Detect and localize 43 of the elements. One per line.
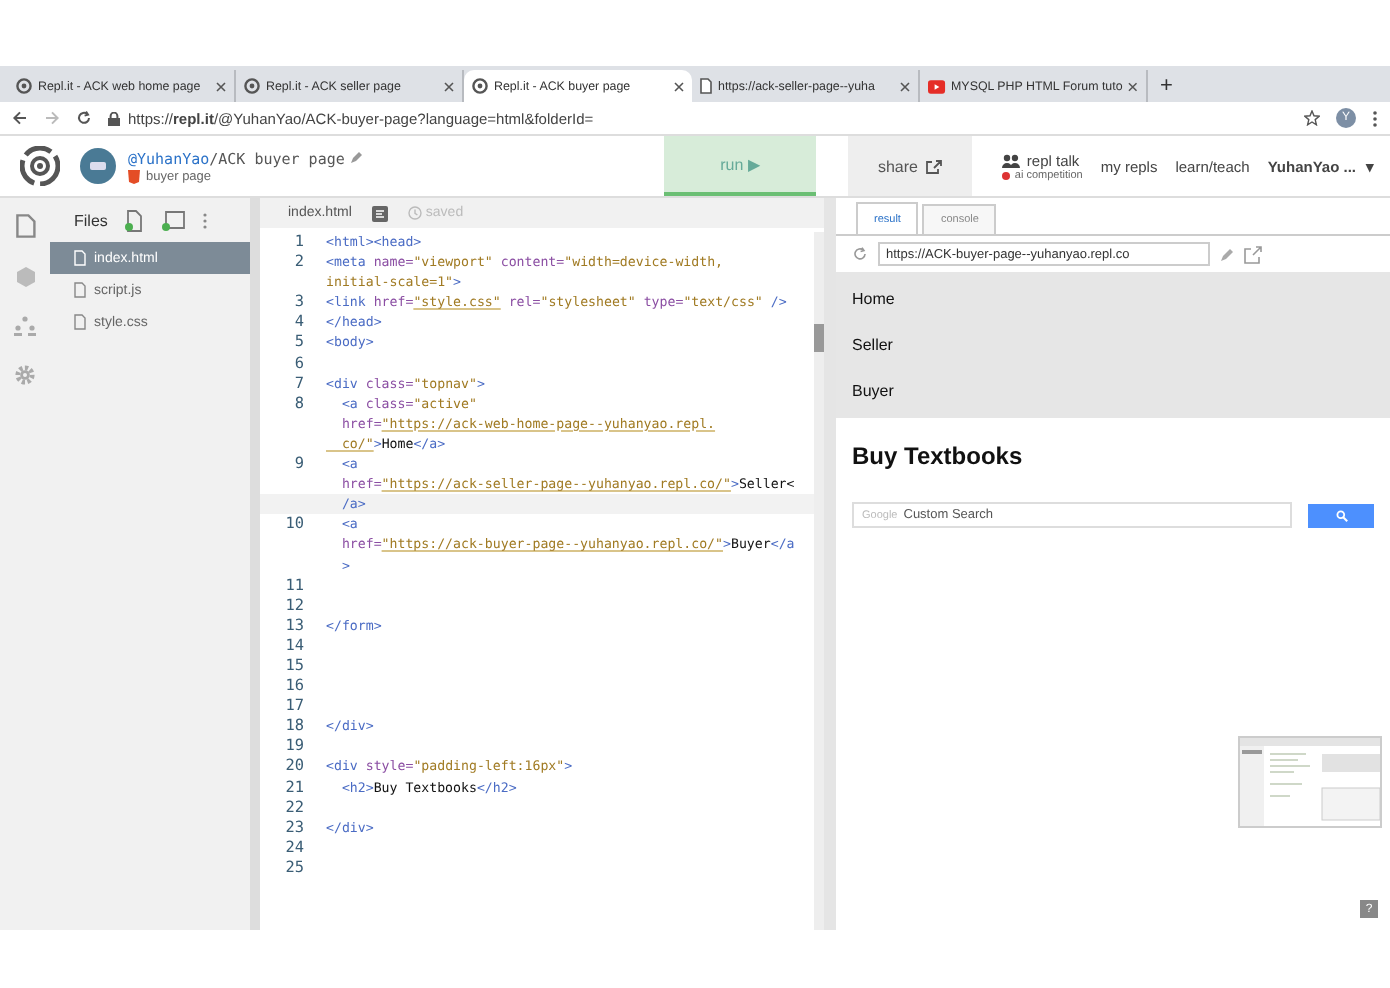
settings-icon[interactable] <box>14 364 36 386</box>
repl-logo-icon <box>472 78 488 94</box>
file-icon[interactable] <box>15 214 35 238</box>
scrollbar-thumb[interactable] <box>814 324 824 352</box>
menu-icon[interactable] <box>1372 109 1378 127</box>
format-icon[interactable] <box>371 205 388 221</box>
search-icon <box>1335 509 1347 521</box>
pencil-icon[interactable] <box>350 152 363 164</box>
pencil-icon[interactable] <box>1220 247 1234 261</box>
share-button[interactable]: share <box>848 136 972 196</box>
more-icon[interactable] <box>201 211 208 229</box>
history-icon <box>407 206 422 220</box>
nav-link[interactable]: Buyer <box>836 368 1390 414</box>
nav-link[interactable]: Seller <box>836 322 1390 368</box>
page-icon <box>700 78 712 94</box>
back-icon[interactable] <box>12 110 28 126</box>
close-icon[interactable] <box>1128 81 1138 91</box>
close-icon[interactable] <box>900 81 910 91</box>
add-file-icon[interactable] <box>123 209 144 231</box>
search-button[interactable] <box>1308 503 1374 527</box>
open-new-tab-icon[interactable] <box>1244 245 1262 263</box>
close-icon[interactable] <box>444 81 454 91</box>
star-icon[interactable] <box>1304 110 1320 126</box>
repl-logo-icon <box>244 78 260 94</box>
repl-logo-icon[interactable] <box>20 146 60 186</box>
reload-icon[interactable] <box>76 110 92 126</box>
avatar-icon[interactable] <box>80 148 116 184</box>
close-icon[interactable] <box>216 81 226 91</box>
add-folder-icon[interactable] <box>159 209 186 231</box>
nav-link[interactable]: Home <box>836 276 1390 322</box>
share-icon <box>926 159 942 173</box>
people-icon <box>1002 153 1021 167</box>
html5-icon <box>128 169 140 183</box>
share-people-icon[interactable] <box>14 316 36 336</box>
notification-dot <box>1002 171 1011 179</box>
new-tab-button[interactable]: + <box>1148 74 1185 102</box>
page-heading: Buy Textbooks <box>852 442 1025 470</box>
close-icon[interactable] <box>674 81 684 91</box>
video-icon <box>928 79 946 93</box>
lock-icon <box>108 111 120 125</box>
repl-logo-icon <box>16 78 32 94</box>
files-title: Files <box>74 211 108 229</box>
window-preview-drawing <box>1238 736 1382 828</box>
